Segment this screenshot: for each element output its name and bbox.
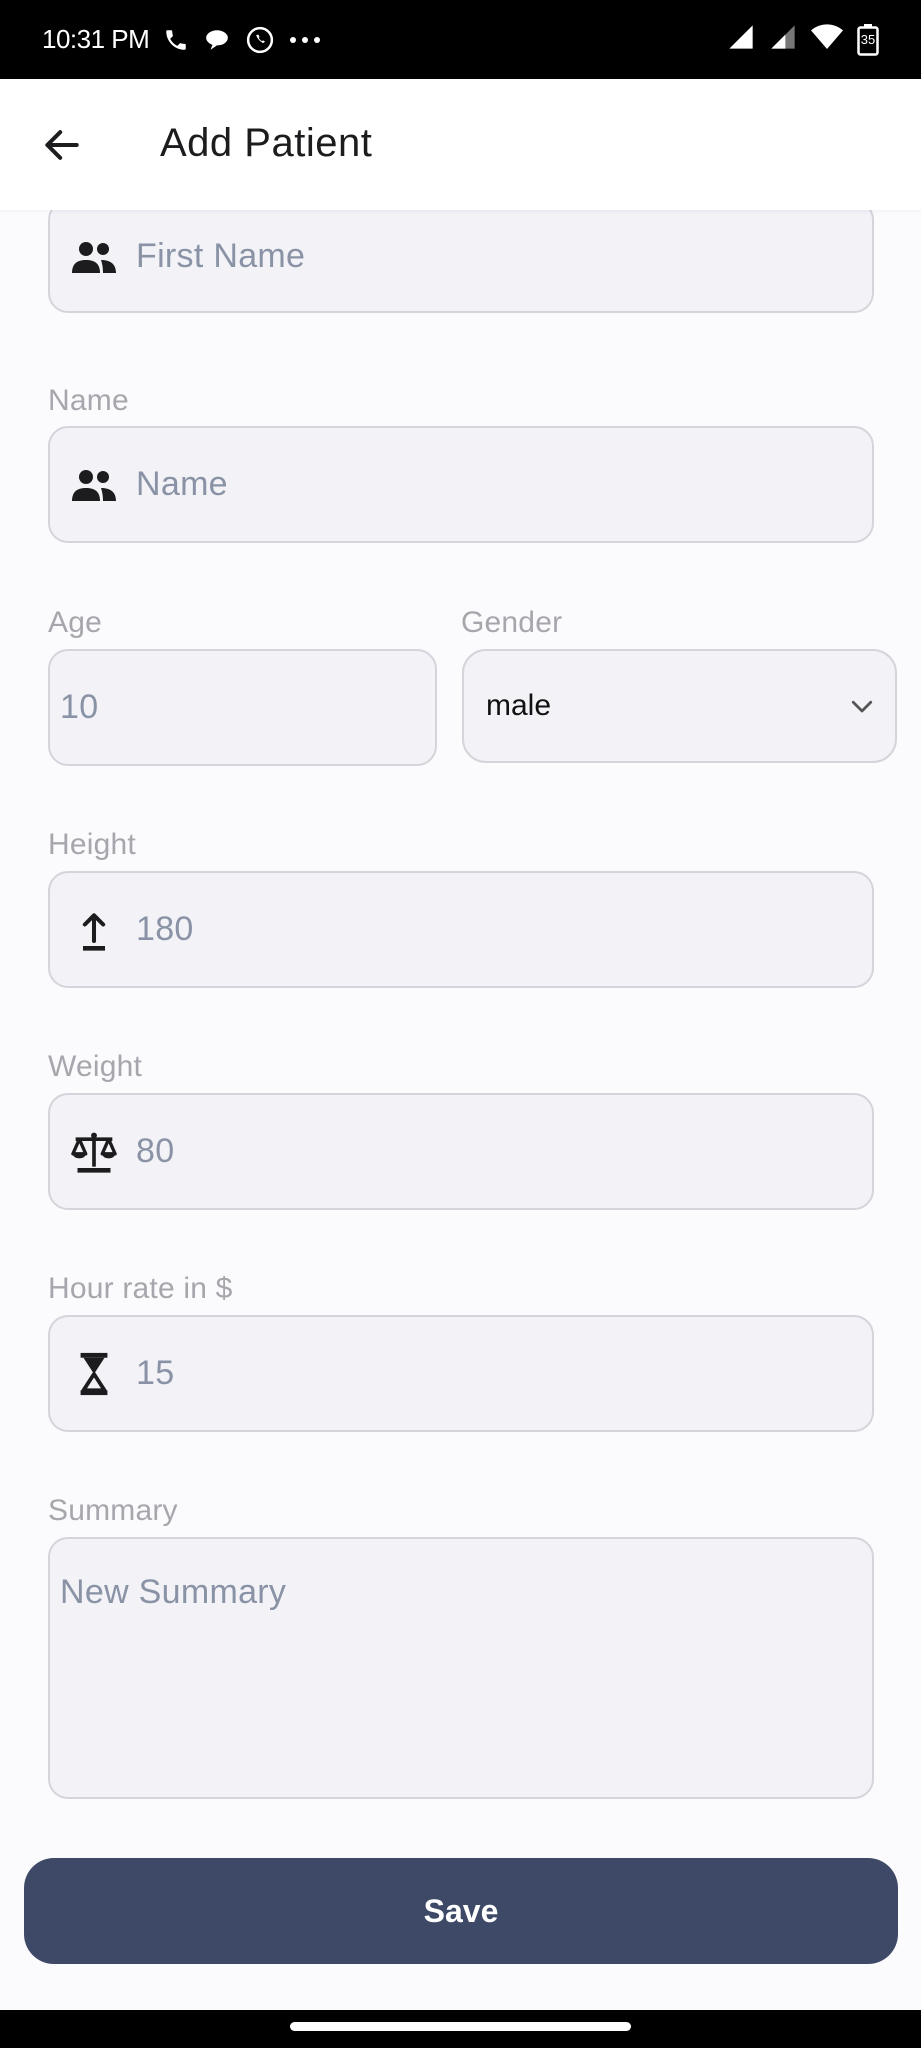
name-label: Name — [48, 384, 129, 417]
hour-rate-label: Hour rate in $ — [48, 1272, 233, 1305]
age-label: Age — [48, 606, 102, 639]
first-name-field[interactable]: First Name — [48, 200, 874, 313]
battery-icon: 35 — [857, 23, 879, 56]
status-time: 10:31 PM — [42, 24, 150, 54]
weight-label: Weight — [48, 1050, 143, 1083]
height-label: Height — [48, 828, 136, 861]
gender-value: male — [486, 689, 552, 722]
age-field[interactable]: 10 — [48, 649, 437, 766]
app-bar: Add Patient — [0, 79, 921, 210]
people-icon — [70, 461, 118, 509]
page-title: Add Patient — [160, 121, 373, 165]
whatsapp-icon — [245, 25, 275, 55]
arrow-up-icon — [70, 906, 118, 954]
arrow-left-icon — [40, 130, 84, 171]
status-left: 10:31 PM — [42, 24, 321, 55]
summary-label: Summary — [48, 1494, 178, 1527]
signal-weak-icon — [769, 23, 797, 56]
chevron-down-icon — [847, 691, 877, 721]
scale-icon — [70, 1128, 118, 1176]
battery-level: 35 — [860, 31, 876, 47]
name-field[interactable]: Name — [48, 426, 874, 543]
system-nav-bar — [0, 2010, 921, 2048]
patient-form: First Name Name Name Age 10 Gender male … — [0, 200, 921, 2010]
phone-icon — [163, 27, 189, 53]
hour-rate-value: 15 — [136, 1354, 175, 1392]
home-indicator[interactable] — [290, 2022, 631, 2031]
status-right: 35 — [727, 23, 879, 56]
weight-field[interactable]: 80 — [48, 1093, 874, 1210]
weight-value: 80 — [136, 1132, 175, 1170]
name-placeholder: Name — [136, 465, 228, 503]
status-bar: 10:31 PM 35 — [0, 0, 921, 79]
hour-rate-field[interactable]: 15 — [48, 1315, 874, 1432]
summary-textarea[interactable]: New Summary — [48, 1537, 874, 1799]
back-button[interactable] — [40, 123, 84, 167]
signal-icon — [727, 23, 755, 56]
more-dots-icon — [289, 35, 321, 45]
first-name-placeholder: First Name — [136, 237, 306, 275]
age-value: 10 — [60, 688, 99, 726]
height-field[interactable]: 180 — [48, 871, 874, 988]
height-value: 180 — [136, 910, 194, 948]
save-button[interactable]: Save — [24, 1858, 898, 1964]
wifi-icon — [811, 23, 843, 56]
summary-placeholder: New Summary — [60, 1573, 287, 1611]
gender-select[interactable]: male — [462, 649, 897, 763]
chat-bubble-icon — [203, 27, 231, 53]
gender-label: Gender — [461, 606, 563, 639]
hourglass-icon — [70, 1350, 118, 1398]
people-icon — [70, 233, 118, 281]
